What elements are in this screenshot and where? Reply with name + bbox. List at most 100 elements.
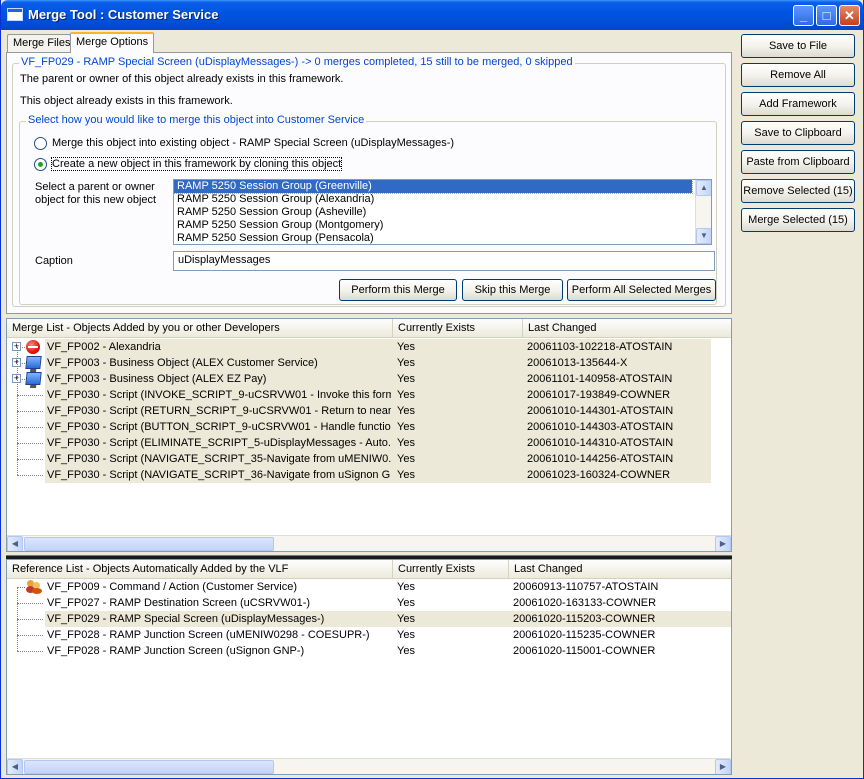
table-row[interactable]: VF_FP027 - RAMP Destination Screen (uCSR… xyxy=(7,595,731,611)
scroll-up-icon[interactable]: ▲ xyxy=(696,180,711,196)
scroll-right-icon[interactable]: ▶ xyxy=(715,536,731,551)
last-changed-cell: 20061020-163133-COWNER xyxy=(513,597,657,609)
scroll-left-icon[interactable]: ◀ xyxy=(7,536,23,551)
save-to-file-button[interactable]: Save to File xyxy=(741,34,855,58)
caption-input[interactable]: uDisplayMessages xyxy=(173,251,715,271)
paste-from-clipboard-button[interactable]: Paste from Clipboard xyxy=(741,150,855,174)
title-bar[interactable]: Merge Tool : Customer Service _ □ ✕ xyxy=(1,0,863,30)
last-changed-cell: 20061020-115001-COWNER xyxy=(513,645,656,657)
maximize-button[interactable]: □ xyxy=(816,5,837,26)
info-parent-exists: The parent or owner of this object alrea… xyxy=(20,73,344,85)
reference-list-hscroll[interactable]: ◀ ▶ xyxy=(7,758,731,774)
currently-exists-cell: Yes xyxy=(397,613,415,625)
last-changed-cell: 20061020-115235-COWNER xyxy=(513,629,656,641)
last-changed-cell: 20060913-110757-ATOSTAIN xyxy=(513,581,659,593)
currently-exists-cell: Yes xyxy=(397,453,415,465)
merge-list-hscroll[interactable]: ◀ ▶ xyxy=(7,535,731,551)
object-name-cell: VF_FP030 - Script (RETURN_SCRIPT_9-uCSRV… xyxy=(47,405,391,417)
table-row[interactable]: + VF_FP003 - Business Object (ALEX EZ Pay… xyxy=(7,371,731,387)
radio-clone-new[interactable] xyxy=(34,158,47,171)
object-name-cell: VF_FP003 - Business Object (ALEX Custome… xyxy=(47,357,318,369)
tree-line xyxy=(17,411,43,412)
column-header-changed[interactable]: Last Changed xyxy=(523,319,731,338)
window-title: Merge Tool : Customer Service xyxy=(28,7,219,22)
table-row[interactable]: VF_FP030 - Script (ELIMINATE_SCRIPT_5-uD… xyxy=(7,435,731,451)
tree-line xyxy=(17,443,43,444)
radio-merge-existing-label[interactable]: Merge this object into existing object -… xyxy=(52,137,454,149)
object-name-cell: VF_FP009 - Command / Action (Customer Se… xyxy=(47,581,298,593)
last-changed-cell: 20061010-144303-ATOSTAIN xyxy=(527,421,674,433)
table-row[interactable]: VF_FP028 - RAMP Junction Screen (uSignon… xyxy=(7,643,731,659)
table-row[interactable]: VF_FP028 - RAMP Junction Screen (uMENIW0… xyxy=(7,627,731,643)
perform-merge-button[interactable]: Perform this Merge xyxy=(339,279,457,301)
save-to-clipboard-button[interactable]: Save to Clipboard xyxy=(741,121,855,145)
tree-line xyxy=(17,651,43,652)
last-changed-cell: 20061023-160324-COWNER xyxy=(527,469,671,481)
object-name-cell: VF_FP030 - Script (NAVIGATE_SCRIPT_35-Na… xyxy=(47,453,391,465)
column-header-object[interactable]: Reference List - Objects Automatically A… xyxy=(7,560,393,579)
column-header-object[interactable]: Merge List - Objects Added by you or oth… xyxy=(7,319,393,338)
table-row[interactable]: VF_FP030 - Script (INVOKE_SCRIPT_9-uCSRV… xyxy=(7,387,731,403)
scroll-down-icon[interactable]: ▼ xyxy=(696,228,711,244)
tree-line xyxy=(17,619,43,620)
tree-line xyxy=(17,603,43,604)
parent-item[interactable]: RAMP 5250 Session Group (Asheville) xyxy=(174,206,711,219)
parent-select-label-1: Select a parent or owner xyxy=(35,181,155,193)
scroll-left-icon[interactable]: ◀ xyxy=(7,759,23,774)
scroll-thumb[interactable] xyxy=(24,537,274,551)
table-row[interactable]: + VF_FP002 - Alexandria Yes 20061103-102218… xyxy=(7,339,731,355)
parent-item[interactable]: RAMP 5250 Session Group (Montgomery) xyxy=(174,219,711,232)
merge-options-panel: VF_FP029 - RAMP Special Screen (uDisplay… xyxy=(6,52,732,314)
tab-merge-files[interactable]: Merge Files xyxy=(7,34,71,52)
object-name-cell: VF_FP002 - Alexandria xyxy=(47,341,161,353)
currently-exists-cell: Yes xyxy=(397,373,415,385)
last-changed-cell: 20061103-102218-ATOSTAIN xyxy=(527,341,673,353)
radio-merge-existing[interactable] xyxy=(34,137,47,150)
merge-list[interactable]: Merge List - Objects Added by you or oth… xyxy=(6,318,732,552)
add-framework-button[interactable]: Add Framework xyxy=(741,92,855,116)
object-name-cell: VF_FP030 - Script (ELIMINATE_SCRIPT_5-uD… xyxy=(47,437,391,449)
tree-line xyxy=(17,395,43,396)
currently-exists-cell: Yes xyxy=(397,581,415,593)
currently-exists-cell: Yes xyxy=(397,341,415,353)
table-row[interactable]: VF_FP029 - RAMP Special Screen (uDisplay… xyxy=(7,611,731,627)
currently-exists-cell: Yes xyxy=(397,405,415,417)
column-header-exists[interactable]: Currently Exists xyxy=(393,319,523,338)
currently-exists-cell: Yes xyxy=(397,629,415,641)
parent-listbox-scrollbar[interactable]: ▲ ▼ xyxy=(695,180,711,244)
scroll-thumb[interactable] xyxy=(24,760,274,774)
table-row[interactable]: VF_FP030 - Script (NAVIGATE_SCRIPT_35-Na… xyxy=(7,451,731,467)
table-row[interactable]: VF_FP030 - Script (NAVIGATE_SCRIPT_36-Na… xyxy=(7,467,731,483)
tab-merge-options[interactable]: Merge Options xyxy=(70,32,154,53)
merge-object-group-title: VF_FP029 - RAMP Special Screen (uDisplay… xyxy=(19,56,575,68)
object-name-cell: VF_FP027 - RAMP Destination Screen (uCSR… xyxy=(47,597,311,609)
object-name-cell: VF_FP029 - RAMP Special Screen (uDisplay… xyxy=(47,613,325,625)
last-changed-cell: 20061017-193849-COWNER xyxy=(527,389,671,401)
currently-exists-cell: Yes xyxy=(397,645,415,657)
table-row[interactable]: VF_FP030 - Script (RETURN_SCRIPT_9-uCSRV… xyxy=(7,403,731,419)
last-changed-cell: 20061010-144256-ATOSTAIN xyxy=(527,453,674,465)
parent-item[interactable]: RAMP 5250 Session Group (Alexandria) xyxy=(174,193,711,206)
reference-list[interactable]: Reference List - Objects Automatically A… xyxy=(6,559,732,775)
radio-clone-new-label[interactable]: Create a new object in this framework by… xyxy=(50,157,343,171)
parent-item[interactable]: RAMP 5250 Session Group (Greenville) xyxy=(174,180,693,194)
perform-all-merges-button[interactable]: Perform All Selected Merges xyxy=(567,279,716,301)
remove-all-button[interactable]: Remove All xyxy=(741,63,855,87)
table-row[interactable]: VF_FP009 - Command / Action (Customer Se… xyxy=(7,579,731,595)
skip-merge-button[interactable]: Skip this Merge xyxy=(462,279,563,301)
currently-exists-cell: Yes xyxy=(397,437,415,449)
last-changed-cell: 20061010-144310-ATOSTAIN xyxy=(527,437,674,449)
red-circle-icon xyxy=(26,340,40,354)
table-row[interactable]: VF_FP030 - Script (BUTTON_SCRIPT_9-uCSRV… xyxy=(7,419,731,435)
scroll-right-icon[interactable]: ▶ xyxy=(715,759,731,774)
remove-selected-button[interactable]: Remove Selected (15) xyxy=(741,179,855,203)
table-row[interactable]: + VF_FP003 - Business Object (ALEX Custom… xyxy=(7,355,731,371)
merge-selected-button[interactable]: Merge Selected (15) xyxy=(741,208,855,232)
close-button[interactable]: ✕ xyxy=(839,5,860,26)
people-icon xyxy=(26,580,42,594)
parent-listbox[interactable]: RAMP 5250 Session Group (Greenville) RAM… xyxy=(173,179,712,245)
column-header-changed[interactable]: Last Changed xyxy=(509,560,731,579)
parent-item[interactable]: RAMP 5250 Session Group (Pensacola) xyxy=(174,232,711,244)
column-header-exists[interactable]: Currently Exists xyxy=(393,560,509,579)
minimize-button[interactable]: _ xyxy=(793,5,814,26)
